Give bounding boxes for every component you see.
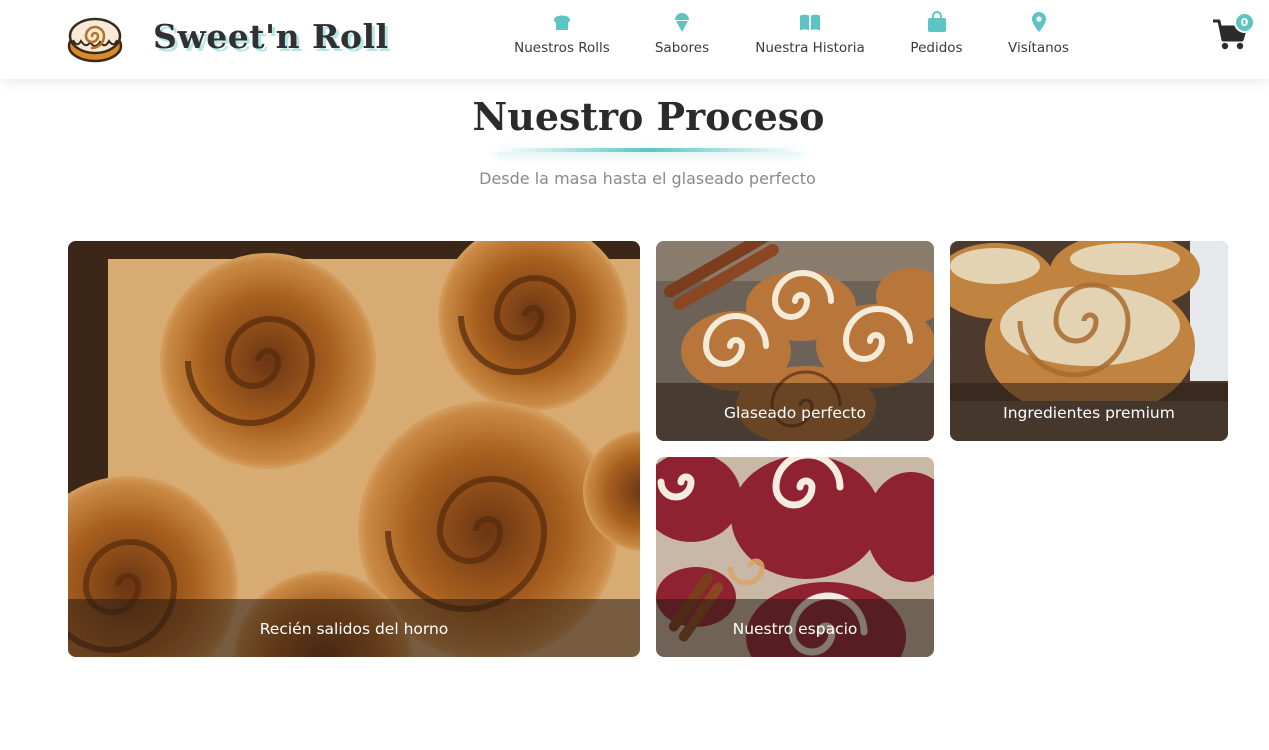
caption-overlay: Ingredientes premium <box>950 383 1228 441</box>
navbar: Sweet'n Roll Nuestros Rolls Sabores Nues… <box>0 0 1269 79</box>
caption-overlay: Recién salidos del horno <box>68 599 640 657</box>
bread-icon <box>551 11 573 33</box>
nav-item-visitanos[interactable]: Visítanos <box>1005 11 1072 63</box>
ice-cream-icon <box>671 11 693 33</box>
nav-item-sabores[interactable]: Sabores <box>652 11 712 63</box>
gallery-caption: Recién salidos del horno <box>259 620 449 638</box>
gallery-card-ingredients[interactable]: Ingredientes premium <box>950 241 1228 441</box>
gallery-card-glaze[interactable]: Glaseado perfecto <box>656 241 934 441</box>
book-icon <box>799 11 821 33</box>
caption-overlay: Glaseado perfecto <box>656 383 934 441</box>
gallery-caption: Ingredientes premium <box>1003 404 1175 422</box>
nav-label: Sabores <box>654 40 710 56</box>
caption-overlay: Nuestro espacio <box>656 599 934 657</box>
title-underline <box>495 148 803 152</box>
cart-count-badge: 0 <box>1234 12 1255 33</box>
gallery-caption: Nuestro espacio <box>732 620 858 638</box>
nav-label: Nuestros Rolls <box>514 40 610 56</box>
cinnamon-rolls-photo <box>68 241 640 657</box>
shopping-bag-icon <box>926 11 948 33</box>
nav-label: Nuestra Historia <box>755 40 865 56</box>
nav-item-nuestra-historia[interactable]: Nuestra Historia <box>752 11 868 63</box>
map-pin-icon <box>1028 11 1050 33</box>
cart-icon <box>1212 19 1248 56</box>
gallery-caption: Glaseado perfecto <box>724 404 866 422</box>
section-title: Nuestro Proceso <box>472 94 825 139</box>
nav-label: Pedidos <box>910 40 963 56</box>
gallery-card-oven[interactable]: Recién salidos del horno <box>68 241 640 657</box>
nav-item-pedidos[interactable]: Pedidos <box>907 11 966 63</box>
cinnamon-roll-icon[interactable] <box>67 12 123 64</box>
section-subtitle: Desde la masa hasta el glaseado perfecto <box>479 169 816 188</box>
brand-name[interactable]: Sweet'n Roll <box>153 17 389 56</box>
nav-item-nuestros-rolls[interactable]: Nuestros Rolls <box>511 11 613 63</box>
gallery-card-space[interactable]: Nuestro espacio <box>656 457 934 657</box>
nav-label: Visítanos <box>1008 40 1069 56</box>
